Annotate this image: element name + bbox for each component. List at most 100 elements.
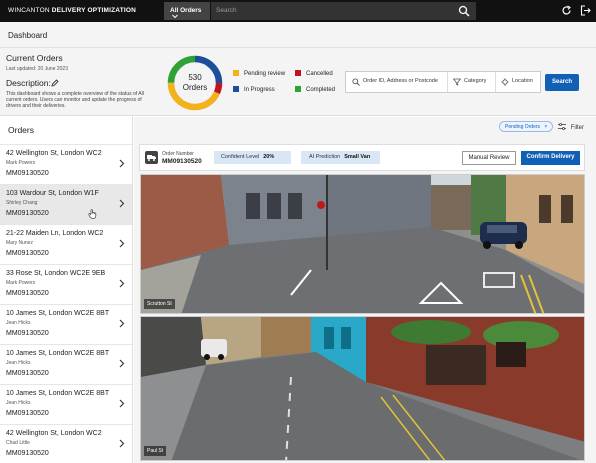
ai-prediction-value: Small Van (344, 154, 371, 160)
location-pin-icon (501, 78, 509, 86)
legend-label: Pending review (244, 71, 286, 77)
close-icon[interactable]: × (544, 124, 547, 130)
order-number-label: Order Number (162, 151, 194, 157)
order-customer: Jean Hicks (6, 400, 31, 406)
refresh-icon[interactable] (561, 5, 572, 16)
global-search-placeholder: Search (216, 7, 237, 14)
chevron-right-icon (119, 439, 125, 448)
active-filter-label: Pending Orders (505, 124, 541, 130)
total-orders-label: Orders (182, 83, 208, 92)
list-item[interactable]: 42 Wellington St, London WC2 Chad Little… (0, 424, 132, 463)
filter-funnel-icon (453, 78, 461, 86)
street-view-image (141, 175, 584, 313)
description-label: Description: (6, 78, 51, 88)
order-number: MM09130520 (6, 330, 49, 337)
order-customer: Chad Little (6, 440, 30, 446)
chevron-right-icon (119, 279, 125, 288)
order-customer: Shirley Chang (6, 200, 38, 206)
legend-item-completed: Completed (295, 86, 335, 93)
confidence-label: Confident Level (221, 154, 260, 160)
order-address: 33 Rose St, London WC2E 9EB (6, 270, 106, 277)
legend-swatch (233, 86, 239, 92)
order-address: 10 James St, London WC2E 8BT (6, 350, 110, 357)
category-filter[interactable]: Category (464, 78, 486, 84)
last-updated-text: Last updated: 20 June 2023 (6, 66, 68, 72)
legend-item-in-progress: In Progress (233, 86, 275, 93)
list-item[interactable]: 21-22 Maiden Ln, London WC2 Mary Nunez M… (0, 224, 132, 264)
logout-icon[interactable] (580, 5, 591, 16)
page-title: Dashboard (8, 31, 48, 40)
edit-icon[interactable] (51, 79, 59, 87)
brand-name: DELIVERY OPTIMIZATION (51, 7, 137, 14)
legend-swatch (295, 70, 301, 76)
order-customer: Mark Powers (6, 160, 36, 166)
list-item[interactable]: 10 James St, London WC2E 8BT Jean Hicks … (0, 304, 132, 344)
location-filter[interactable]: Location (512, 78, 533, 84)
order-customer: Mary Nunez (6, 240, 33, 246)
order-number: MM09130520 (6, 450, 49, 457)
search-icon[interactable] (458, 5, 470, 17)
active-filter-pill[interactable]: Pending Orders × (499, 121, 554, 132)
filter-button[interactable]: Filter (558, 123, 584, 131)
breadcrumb: Dashboard (0, 22, 596, 48)
manual-review-button[interactable]: Manual Review (462, 151, 516, 165)
order-address: 42 Wellington St, London WC2 (6, 430, 102, 437)
order-number: MM09130520 (6, 370, 49, 377)
order-customer: Jean Hicks (6, 360, 31, 366)
chevron-down-icon (172, 14, 178, 19)
description-text: This dashboard shows a complete overview… (6, 91, 144, 109)
app-brand: WINCANTON DELIVERY OPTIMIZATION (8, 7, 136, 14)
legend-swatch (295, 86, 301, 92)
order-address: 21-22 Maiden Ln, London WC2 (6, 230, 104, 237)
total-orders-count: 530 (188, 73, 202, 82)
order-address: 42 Wellington St, London WC2 (6, 150, 102, 157)
sliders-icon (558, 123, 566, 130)
chevron-right-icon (119, 159, 125, 168)
order-address: 10 James St, London WC2E 8BT (6, 310, 110, 317)
brand-prefix: WINCANTON (8, 7, 50, 14)
divider (447, 72, 448, 92)
orders-scope-label: All Orders (170, 7, 202, 14)
confirm-delivery-button[interactable]: Confirm Delivery (521, 151, 580, 165)
chevron-right-icon (119, 359, 125, 368)
ai-prediction-label: AI Prediction (309, 154, 341, 160)
donut-center-label: 530 Orders (174, 73, 216, 93)
search-icon (352, 78, 360, 86)
order-number: MM09130520 (6, 410, 49, 417)
confidence-level-chip: Confident Level 20% (214, 151, 291, 164)
order-detail-panel: Pending Orders × Filter Order Number MM0… (134, 117, 596, 463)
order-number: MM09130520 (6, 290, 49, 297)
ai-prediction-chip: AI Prediction Small Van (301, 151, 380, 164)
orders-list-title: Orders (8, 125, 34, 135)
orders-scope-dropdown[interactable]: All Orders (164, 2, 210, 20)
filter-label: Filter (570, 125, 585, 131)
list-item[interactable]: 10 James St, London WC2E 8BT Jean Hicks … (0, 384, 132, 424)
legend-label: Completed (306, 87, 336, 93)
chevron-right-icon (119, 399, 125, 408)
top-navigation-bar: WINCANTON DELIVERY OPTIMIZATION All Orde… (0, 0, 596, 22)
hand-cursor-icon (88, 209, 97, 219)
chevron-right-icon (119, 319, 125, 328)
list-item[interactable]: 10 James St, London WC2E 8BT Jean Hicks … (0, 344, 132, 384)
list-item[interactable]: 33 Rose St, London WC2E 9EB Mark Powers … (0, 264, 132, 304)
order-filter-bar: Order ID, Address or Postcode Category L… (345, 71, 541, 93)
divider (495, 72, 496, 92)
photo-caption: Scrutton St (144, 299, 175, 309)
order-search-input[interactable]: Order ID, Address or Postcode (363, 78, 438, 84)
order-customer: Mark Powers (6, 280, 36, 286)
legend-label: In Progress (244, 87, 275, 93)
order-detail-header: Order Number MM09130520 Confident Level 2… (139, 144, 585, 171)
global-search-input[interactable]: Search (211, 2, 476, 20)
order-number-value: MM09130520 (162, 158, 202, 165)
legend-label: Cancelled (306, 71, 333, 77)
order-number: MM09130520 (6, 250, 49, 257)
order-address: 10 James St, London WC2E 8BT (6, 390, 110, 397)
search-button[interactable]: Search (545, 74, 579, 91)
list-item-selected[interactable]: 103 Wardour St, London W1F Shirley Chang… (0, 184, 132, 224)
list-item[interactable]: 42 Wellington St, London WC2 Mark Powers… (0, 144, 132, 184)
confidence-value: 20% (263, 154, 275, 160)
chevron-right-icon (119, 199, 125, 208)
street-photo: Scrutton St (140, 174, 585, 314)
summary-title: Current Orders (6, 53, 63, 63)
legend-item-pending-review: Pending review (233, 70, 285, 77)
